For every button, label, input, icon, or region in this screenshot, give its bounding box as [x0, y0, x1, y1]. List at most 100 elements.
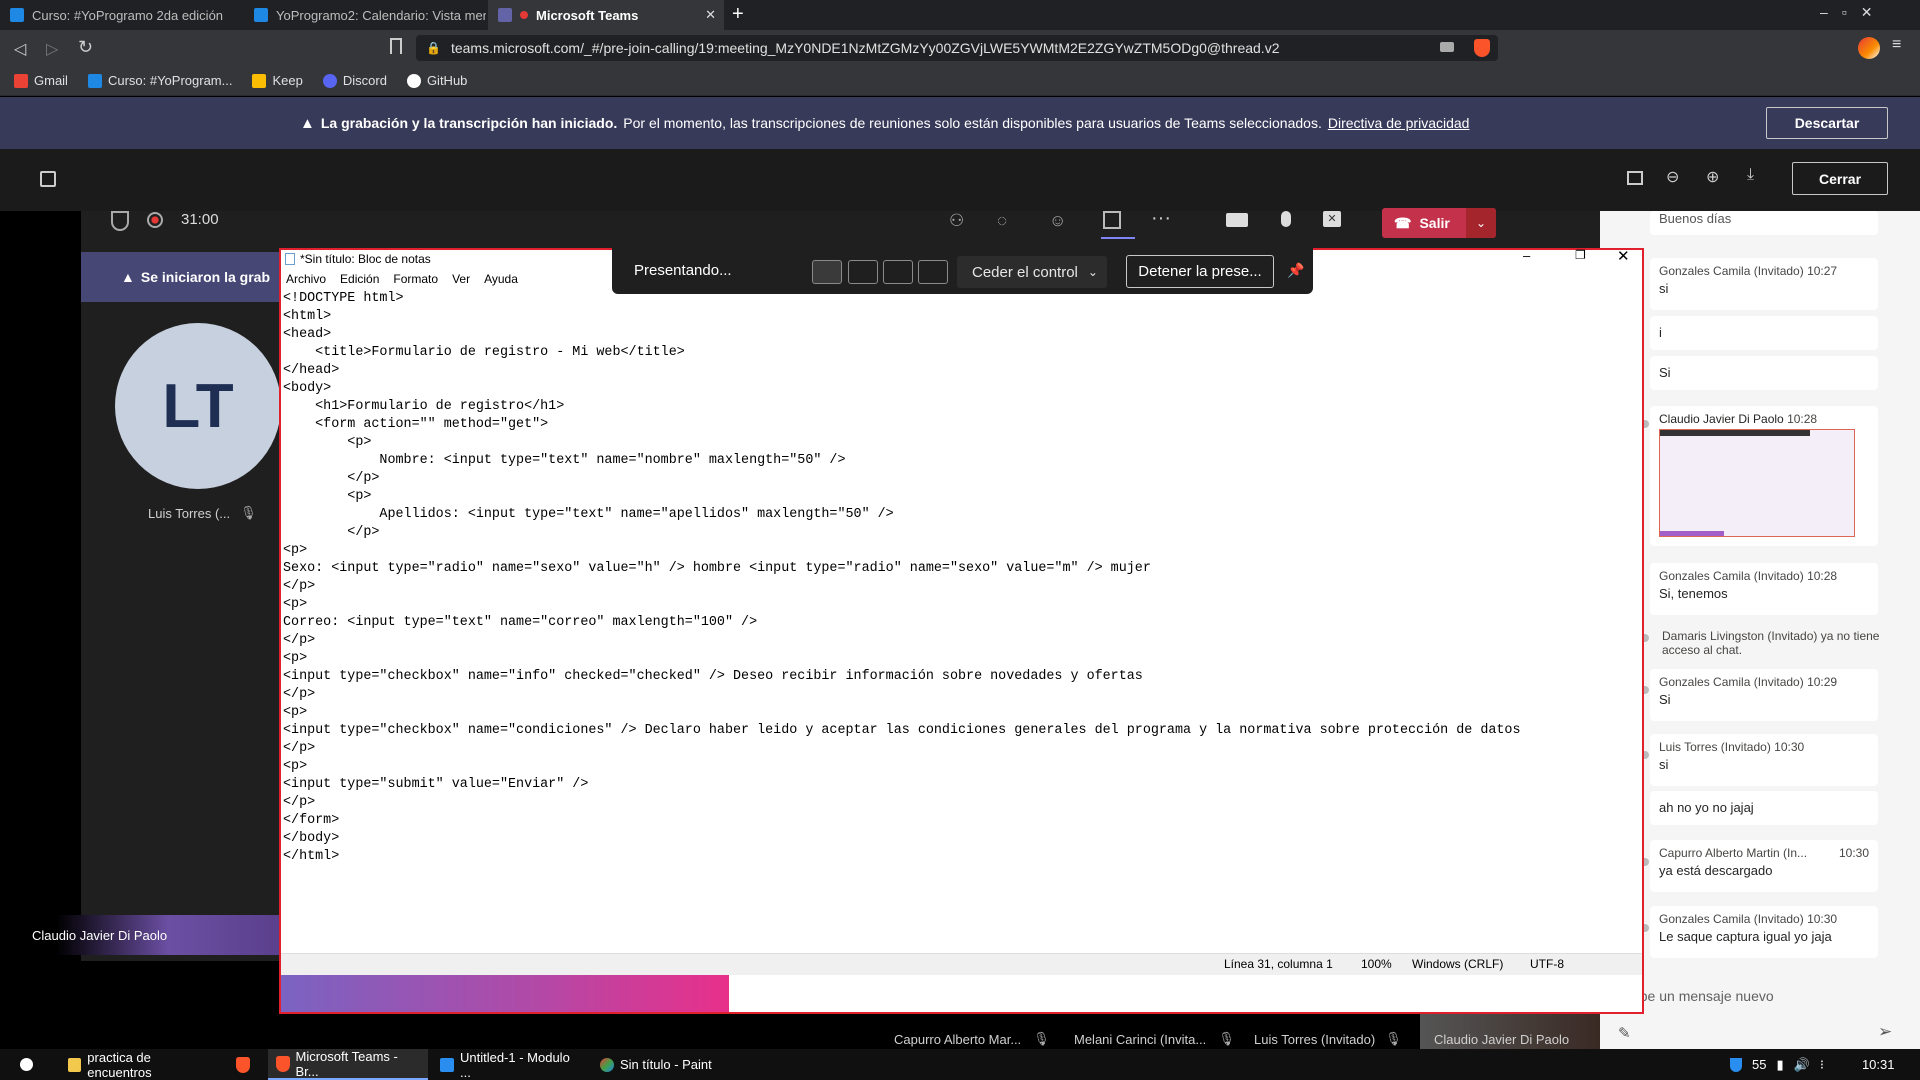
taskbar-item-active[interactable]: Microsoft Teams - Br... — [268, 1049, 428, 1080]
zoom-level: 100% — [1361, 957, 1392, 971]
image-icon[interactable] — [40, 171, 56, 187]
close-icon[interactable]: ✕ — [1617, 247, 1630, 265]
participant-name: Luis Torres (... 🎙 — [148, 505, 257, 521]
leave-options-button[interactable]: ⌄ — [1466, 208, 1496, 238]
notepad-text-area[interactable]: <!DOCTYPE html> <html> <head> <title>For… — [283, 290, 1638, 950]
bookmark-icon[interactable] — [390, 38, 402, 54]
restore-icon[interactable]: ❐ — [1575, 248, 1586, 262]
new-tab-icon[interactable]: + — [732, 3, 744, 26]
chat-input[interactable]: scribe un mensaje nuevo — [1618, 978, 1908, 1014]
participant-tile[interactable]: Melani Carinci (Invita... 🎙 — [1074, 1014, 1249, 1049]
warning-icon: ▲ — [300, 114, 315, 132]
pin-icon[interactable]: 📌 — [1287, 262, 1304, 279]
viewer-toolbar: ⊖ ⊕ ⤓ — [0, 149, 1920, 211]
wifi-icon[interactable]: ▮ — [1776, 1057, 1783, 1073]
taskbar-item[interactable]: practica de encuentros — [60, 1049, 220, 1080]
tab-title: Microsoft Teams — [536, 7, 639, 23]
participant-tile-video[interactable]: Claudio Javier Di Paolo — [1420, 1014, 1600, 1049]
layout-standout-icon[interactable] — [848, 260, 878, 284]
menu-ayuda[interactable]: Ayuda — [484, 272, 518, 286]
bookmark-github[interactable]: GitHub — [406, 73, 467, 88]
minimize-icon[interactable]: – — [1523, 248, 1530, 263]
folder-icon — [68, 1057, 82, 1072]
download-icon[interactable]: ⤓ — [1747, 166, 1754, 184]
stop-share-icon[interactable]: ✕ — [1323, 211, 1341, 227]
camera-icon[interactable] — [1226, 213, 1248, 227]
battery-level: 55 — [1752, 1057, 1767, 1072]
chat-message: i — [1650, 316, 1878, 350]
give-control-dropdown[interactable]: Ceder el control ⌄ — [957, 256, 1107, 288]
tab-title: Curso: #YoProgramo 2da edición — [32, 7, 224, 23]
taskbar-item[interactable] — [228, 1049, 260, 1080]
zoom-out-icon[interactable]: ⊖ — [1666, 167, 1679, 187]
screenshot-thumbnail[interactable] — [1659, 429, 1855, 537]
participant-tile[interactable]: Luis Torres (Invitado) 🎙 — [1254, 1014, 1414, 1049]
forward-icon[interactable]: ▷ — [46, 39, 58, 59]
participant-tile[interactable]: Capurro Alberto Mar... 🎙 — [894, 1014, 1062, 1049]
menu-icon[interactable]: ≡ — [1892, 36, 1901, 54]
record-icon — [147, 212, 163, 228]
phone-icon: ☎ — [1394, 214, 1412, 231]
participants-icon[interactable]: ⚇ — [949, 211, 964, 231]
browser-tab[interactable]: YoProgramo2: Calendario: Vista mens — [244, 0, 486, 30]
gmail-icon — [14, 73, 28, 88]
vscode-icon — [440, 1057, 454, 1072]
chevron-down-icon: ⌄ — [1087, 265, 1098, 279]
bookmark-gmail[interactable]: Gmail — [14, 73, 68, 88]
menu-archivo[interactable]: Archivo — [286, 272, 326, 286]
close-viewer-button[interactable]: Cerrar — [1792, 162, 1888, 195]
share-active-indicator — [1101, 237, 1135, 239]
cursor-position: Línea 31, columna 1 — [1224, 957, 1333, 971]
menu-edicion[interactable]: Edición — [340, 272, 379, 286]
tab-favicon-icon — [254, 8, 268, 22]
chat-message: Gonzales Camila (Invitado) 10:27 si — [1650, 258, 1878, 310]
more-icon[interactable]: ··· — [1151, 207, 1171, 230]
warning-icon: ▲ — [121, 269, 135, 285]
browser-tab-active[interactable]: Microsoft Teams ✕ — [488, 0, 724, 30]
brave-shield-icon[interactable] — [1474, 39, 1490, 57]
format-icon[interactable]: ✎ — [1618, 1024, 1631, 1042]
layout-content-only-icon[interactable] — [812, 260, 842, 284]
layout-reporter-icon[interactable] — [918, 260, 948, 284]
bookmark-keep[interactable]: Keep — [252, 73, 303, 88]
back-icon[interactable]: ◁ — [14, 39, 26, 59]
chat-icon[interactable]: ◌ — [997, 211, 1007, 231]
discord-icon — [322, 73, 337, 88]
browser-tab[interactable]: Curso: #YoProgramo 2da edición — [0, 0, 242, 30]
menu-formato[interactable]: Formato — [393, 272, 438, 286]
camera-icon[interactable] — [1440, 42, 1454, 52]
encoding: UTF-8 — [1530, 957, 1564, 971]
notice-text: Por el momento, las transcripciones de r… — [623, 115, 1322, 131]
privacy-link[interactable]: Directiva de privacidad — [1328, 115, 1470, 131]
close-tab-icon[interactable]: ✕ — [705, 7, 716, 23]
language-icon[interactable]: ⁝ — [1820, 1057, 1824, 1073]
microphone-icon[interactable] — [1281, 211, 1291, 227]
taskbar-item[interactable]: Untitled-1 - Modulo ... — [432, 1049, 592, 1080]
share-icon[interactable] — [1103, 211, 1121, 229]
start-icon[interactable] — [20, 1058, 33, 1071]
presenter-label: Claudio Javier Di Paolo — [0, 915, 281, 955]
chat-message: Capurro Alberto Martin (In... 10:30 ya e… — [1650, 840, 1878, 892]
meeting-controls-bar: 31:00 ⚇ ◌ ☺ ··· ✕ — [81, 207, 1600, 251]
taskbar-item[interactable]: Sin título - Paint — [592, 1049, 742, 1080]
discard-button[interactable]: Descartar — [1766, 107, 1888, 139]
system-message: Damaris Livingston (Invitado) ya no tien… — [1662, 629, 1880, 657]
chat-message: ah no yo no jajaj — [1650, 791, 1878, 825]
stop-presenting-button[interactable]: Detener la prese... — [1126, 255, 1274, 288]
brave-profile-icon[interactable] — [1858, 37, 1880, 59]
security-icon[interactable] — [1730, 1057, 1742, 1072]
volume-icon[interactable]: 🔊 — [1794, 1057, 1810, 1073]
layout-side-by-side-icon[interactable] — [883, 260, 913, 284]
zoom-in-icon[interactable]: ⊕ — [1706, 167, 1719, 187]
avatar: LT — [115, 323, 281, 489]
window-controls[interactable]: –▫✕ — [1820, 4, 1886, 21]
fit-screen-icon[interactable] — [1627, 171, 1643, 185]
address-bar[interactable]: 🔒 teams.microsoft.com/_#/pre-join-callin… — [416, 35, 1498, 61]
reload-icon[interactable]: ↻ — [78, 37, 93, 58]
reactions-icon[interactable]: ☺ — [1049, 211, 1066, 231]
bookmark-curso[interactable]: Curso: #YoProgram... — [87, 73, 232, 88]
muted-icon: 🎙 — [240, 505, 257, 520]
send-icon[interactable]: ➢ — [1878, 1022, 1892, 1042]
bookmark-discord[interactable]: Discord — [322, 73, 387, 88]
menu-ver[interactable]: Ver — [452, 272, 470, 286]
